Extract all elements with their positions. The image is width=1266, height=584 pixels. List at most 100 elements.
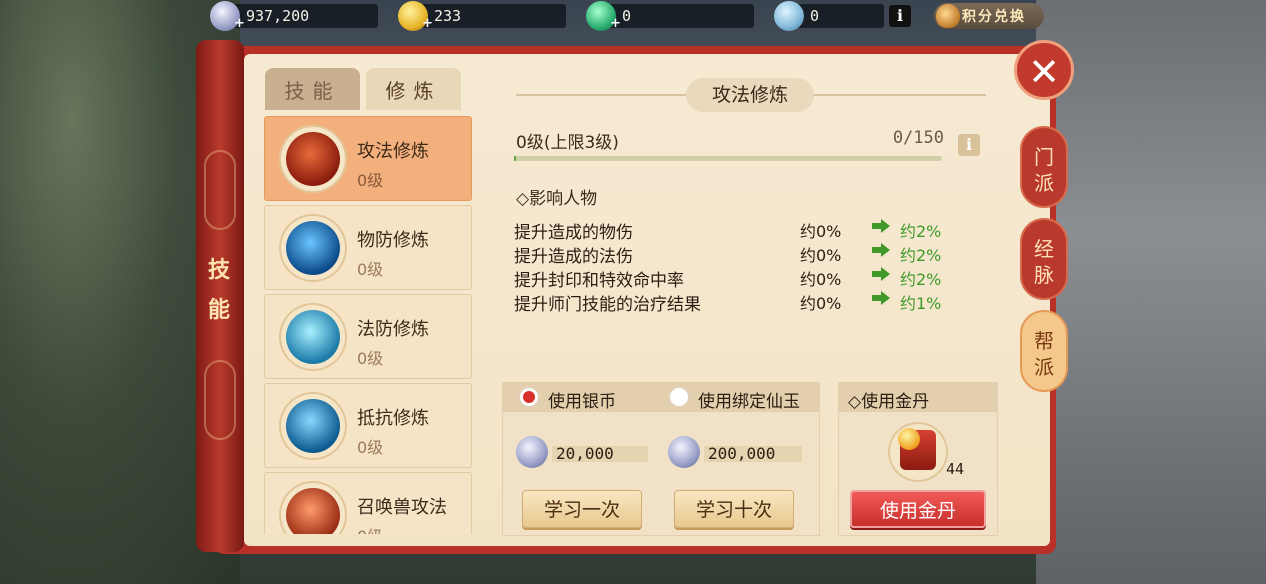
item-level: 0级 xyxy=(357,171,384,190)
side-tab-char: 帮 xyxy=(1034,329,1054,353)
attack-practice-icon xyxy=(286,132,340,186)
gold-orb-icon xyxy=(898,428,920,450)
list-item-magic-defense[interactable]: 法防修炼 0级 xyxy=(264,294,472,379)
side-tab-char: 派 xyxy=(1034,171,1054,195)
close-button[interactable]: ✕ xyxy=(1014,40,1074,100)
side-tab-char: 派 xyxy=(1034,355,1054,379)
silver-coin-icon xyxy=(516,436,548,468)
silver-option-label[interactable]: 使用银币 xyxy=(548,387,616,412)
item-level: 0级 xyxy=(357,523,383,534)
stat-to: 约2% xyxy=(900,270,942,289)
icon-frame xyxy=(281,305,345,369)
add-jade-icon[interactable]: + xyxy=(610,16,621,31)
tab-practice[interactable]: 修炼 xyxy=(366,68,461,110)
list-item-physical-defense[interactable]: 物防修炼 0级 xyxy=(264,205,472,290)
silver-value: 937,200 xyxy=(246,7,310,25)
cube-resource[interactable]: 0 xyxy=(774,1,884,31)
pet-attack-icon xyxy=(286,488,340,534)
item-level: 0级 xyxy=(357,260,384,279)
side-tab-char: 脉 xyxy=(1034,263,1054,287)
item-name: 法防修炼 xyxy=(357,319,429,340)
stat-label: 提升封印和特效命中率 xyxy=(514,271,684,291)
spine-char-1: 技 xyxy=(207,257,230,283)
progress-bar xyxy=(514,156,942,161)
magic-defense-icon xyxy=(286,310,340,364)
gold-pill-count: 44 xyxy=(946,460,965,478)
side-tab-sect[interactable]: 门 派 xyxy=(1020,126,1068,208)
side-tab-char: 经 xyxy=(1034,237,1054,261)
use-gold-pill-button[interactable]: 使用金丹 xyxy=(850,490,986,528)
arrow-right-icon xyxy=(872,291,890,305)
detail-title: 攻法修炼 xyxy=(686,78,814,112)
gold-value: 233 xyxy=(434,7,462,25)
gold-pill-header: ◇使用金丹 xyxy=(848,392,930,412)
list-item-attack[interactable]: 攻法修炼 0级 xyxy=(264,116,472,201)
stat-label: 提升师门技能的治疗结果 xyxy=(514,295,701,315)
silver-coin-icon xyxy=(668,436,700,468)
detail-info-button[interactable]: i xyxy=(958,134,980,156)
silver-radio[interactable] xyxy=(518,386,540,408)
stat-to: 约2% xyxy=(900,222,942,241)
item-name: 物防修炼 xyxy=(357,230,429,251)
spine-ornament-bottom xyxy=(204,360,236,440)
affect-label: ◇影响人物 xyxy=(516,189,598,209)
level-text: 0级(上限3级) xyxy=(516,133,619,153)
progress-text: 0/150 xyxy=(892,128,944,148)
stat-from: 约0% xyxy=(800,294,842,313)
stat-label: 提升造成的法伤 xyxy=(514,247,633,267)
side-tab-char: 门 xyxy=(1034,145,1054,169)
practice-list[interactable]: 攻法修炼 0级 物防修炼 0级 法防修炼 0级 抵抗修炼 0级 召唤兽攻法 0级 xyxy=(262,112,474,534)
arrow-right-icon xyxy=(872,267,890,281)
arrow-right-icon xyxy=(872,219,890,233)
resistance-icon xyxy=(286,399,340,453)
jade-value: 0 xyxy=(622,7,632,25)
stat-row: 提升造成的法伤 约0% 约2% xyxy=(514,242,954,267)
item-name: 召唤兽攻法 xyxy=(357,497,447,518)
stat-from: 约0% xyxy=(800,222,842,241)
side-tab-guild[interactable]: 帮 派 xyxy=(1020,310,1068,392)
money-bag-icon xyxy=(936,4,960,28)
gold-resource[interactable]: + 233 xyxy=(398,1,566,31)
stat-to: 约2% xyxy=(900,246,942,265)
add-gold-icon[interactable]: + xyxy=(422,16,433,31)
item-name: 攻法修炼 xyxy=(357,141,429,162)
stat-row: 提升师门技能的治疗结果 约0% 约1% xyxy=(514,290,954,315)
list-item-resistance[interactable]: 抵抗修炼 0级 xyxy=(264,383,472,468)
item-name: 抵抗修炼 xyxy=(357,408,429,429)
stat-row: 提升造成的物伤 约0% 约2% xyxy=(514,218,954,243)
gold-pill-item[interactable] xyxy=(890,424,946,480)
jade-radio[interactable] xyxy=(668,386,690,408)
spine-char-2: 能 xyxy=(207,297,230,323)
once-price: 20,000 xyxy=(552,446,648,462)
side-tab-meridian[interactable]: 经 脉 xyxy=(1020,218,1068,300)
arrow-right-icon xyxy=(872,243,890,257)
tab-skill[interactable]: 技能 xyxy=(265,68,360,110)
cube-value: 0 xyxy=(810,7,820,25)
spine-title: 技 能 xyxy=(204,250,234,330)
title-divider-right xyxy=(814,94,986,96)
item-level: 0级 xyxy=(357,438,384,457)
stat-label: 提升造成的物伤 xyxy=(514,223,633,243)
ten-price: 200,000 xyxy=(704,446,802,462)
icon-frame xyxy=(281,394,345,458)
jade-resource[interactable]: + 0 xyxy=(586,1,754,31)
points-exchange-button[interactable]: 积分兑换 xyxy=(934,3,1044,29)
add-silver-icon[interactable]: + xyxy=(234,16,245,31)
icon-frame xyxy=(281,216,345,280)
exchange-label: 积分兑换 xyxy=(962,9,1026,25)
stat-from: 约0% xyxy=(800,270,842,289)
background-right xyxy=(1036,0,1266,584)
learn-once-button[interactable]: 学习一次 xyxy=(522,490,642,528)
progress-fill xyxy=(514,156,517,161)
list-item-pet-attack[interactable]: 召唤兽攻法 0级 xyxy=(264,472,472,534)
stat-to: 约1% xyxy=(900,294,942,313)
silver-resource[interactable]: + 937,200 xyxy=(210,1,378,31)
stat-row: 提升封印和特效命中率 约0% 约2% xyxy=(514,266,954,291)
stat-from: 约0% xyxy=(800,246,842,265)
icon-frame xyxy=(281,127,345,191)
resource-info-button[interactable]: i xyxy=(889,5,911,27)
physical-defense-icon xyxy=(286,221,340,275)
spine-ornament-top xyxy=(204,150,236,230)
learn-ten-button[interactable]: 学习十次 xyxy=(674,490,794,528)
jade-option-label[interactable]: 使用绑定仙玉 xyxy=(698,387,800,412)
